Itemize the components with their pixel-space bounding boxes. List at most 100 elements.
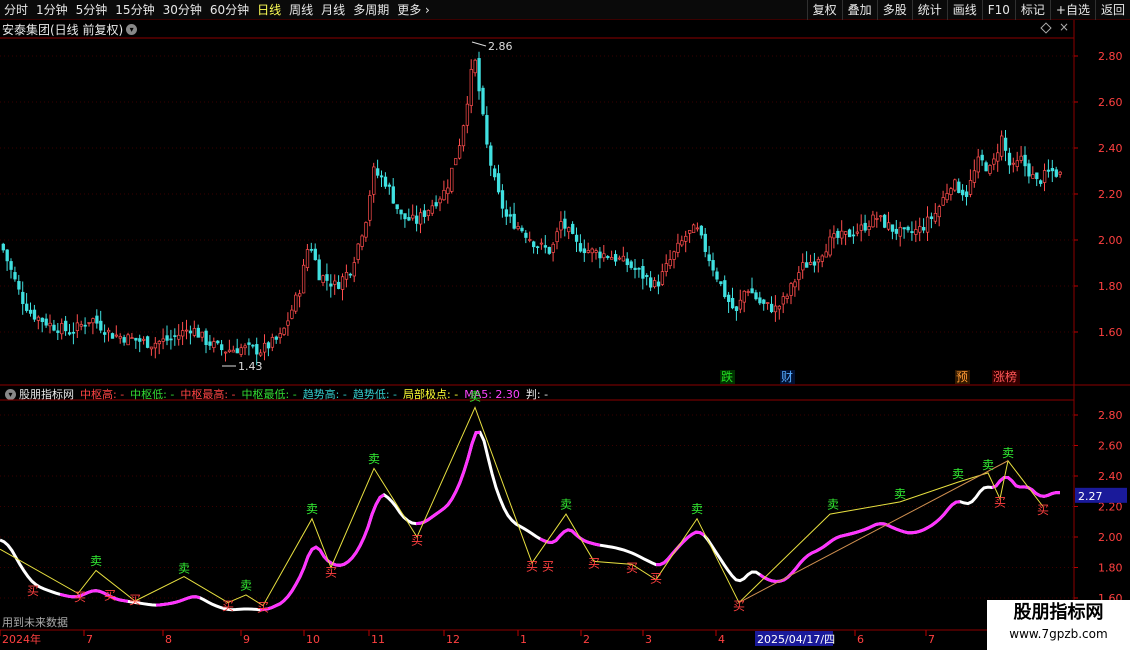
kline-body [1042, 170, 1047, 183]
kline-body [766, 302, 770, 304]
kline-body [286, 320, 290, 326]
kline-body [348, 273, 353, 276]
kline-body [707, 254, 711, 262]
kline-body [937, 206, 941, 218]
kline-body [512, 213, 516, 229]
kline-body [329, 283, 333, 287]
kline-body [789, 283, 793, 296]
sell-signal: 卖 [691, 502, 703, 516]
kline-body [426, 210, 431, 217]
x-tick-label: 1 [520, 633, 527, 646]
buy-signal: 买 [542, 559, 554, 573]
kline-body [317, 259, 321, 281]
kline-body [56, 330, 60, 333]
kline-body [1000, 135, 1004, 157]
sell-signal: 卖 [90, 554, 102, 568]
kline-body [418, 212, 423, 225]
kline-body [36, 316, 41, 321]
kline-body [840, 230, 844, 239]
kline-body [360, 235, 364, 247]
kline-body [508, 214, 512, 217]
kline-body [255, 344, 259, 355]
kline-body [801, 262, 805, 271]
kline-body [192, 328, 197, 336]
kline-body [563, 218, 567, 229]
buy-signal: 买 [257, 601, 269, 615]
y-tick-label: 2.20 [1098, 188, 1123, 201]
kline-body [181, 330, 185, 337]
buy-signal: 买 [411, 534, 423, 548]
kline-body [883, 214, 887, 228]
kline-body [157, 340, 161, 345]
kline-body [734, 306, 739, 311]
kline-body [730, 297, 735, 309]
sell-signal: 卖 [952, 467, 964, 481]
x-tick-label: 2024年 [2, 632, 41, 646]
sell-signal: 卖 [306, 502, 318, 516]
kline-body [719, 281, 723, 285]
buy-signal: 买 [733, 599, 745, 613]
kline-body [832, 233, 836, 239]
watermark-logo: 股朋指标网 www.7gpzb.com [987, 600, 1130, 650]
cursor-date-label: 2025/04/17/四 [757, 633, 835, 646]
kline-body [879, 215, 883, 218]
kline-body [153, 342, 158, 349]
y-tick-label: 1.80 [1098, 280, 1123, 293]
kline-chart-canvas[interactable]: 2.802.802.602.602.402.402.202.202.002.00… [0, 0, 1130, 650]
sell-signal: 卖 [178, 562, 190, 576]
kline-body [844, 231, 848, 235]
x-tick-label: 7 [86, 633, 93, 646]
kline-body [411, 214, 415, 219]
kline-body [274, 336, 278, 340]
x-tick-label: 11 [371, 633, 385, 646]
kline-body [808, 262, 813, 265]
kline-body [270, 337, 275, 348]
kline-body [910, 231, 914, 233]
kline-body [547, 247, 551, 254]
kline-body [309, 249, 314, 251]
kline-body [1039, 180, 1043, 184]
y-tick-label: 2.80 [1098, 409, 1123, 422]
kline-body [610, 257, 614, 260]
kline-body [352, 262, 356, 277]
kline-body [489, 145, 493, 166]
kline-body [118, 336, 122, 339]
kline-body [914, 229, 918, 235]
kline-body [282, 327, 286, 335]
kline-body [169, 338, 173, 341]
event-marker: 跌 [721, 369, 733, 384]
sell-signal: 卖 [1002, 446, 1014, 460]
kline-body [968, 180, 973, 195]
kline-body [294, 294, 298, 312]
buy-signal: 买 [626, 561, 638, 575]
kline-body [485, 115, 489, 145]
kline-body [664, 263, 668, 272]
kline-body [290, 309, 294, 319]
kline-body [438, 198, 442, 204]
kline-body [898, 226, 902, 237]
x-tick-label: 7 [928, 633, 935, 646]
kline-body [477, 58, 481, 92]
y-tick-label: 1.60 [1098, 326, 1123, 339]
kline-body [1007, 152, 1012, 166]
kline-body [450, 167, 454, 192]
kline-body [266, 342, 271, 349]
kline-body [75, 322, 80, 331]
kline-body [762, 299, 766, 304]
x-tick-label: 9 [243, 633, 250, 646]
trend-line [738, 460, 1009, 604]
kline-body [543, 245, 548, 248]
kline-body [992, 158, 996, 165]
kline-body [67, 332, 72, 335]
kline-body [1, 243, 5, 251]
kline-body [216, 340, 220, 344]
kline-body [672, 251, 676, 260]
kline-body [699, 225, 704, 236]
sell-signal: 卖 [827, 498, 839, 512]
kline-body [1031, 174, 1035, 179]
future-data-note: 用到未来数据 [2, 616, 68, 629]
kline-body [134, 337, 138, 341]
kline-body [1027, 163, 1031, 177]
kline-body [395, 204, 399, 210]
buy-signal: 买 [526, 559, 538, 573]
